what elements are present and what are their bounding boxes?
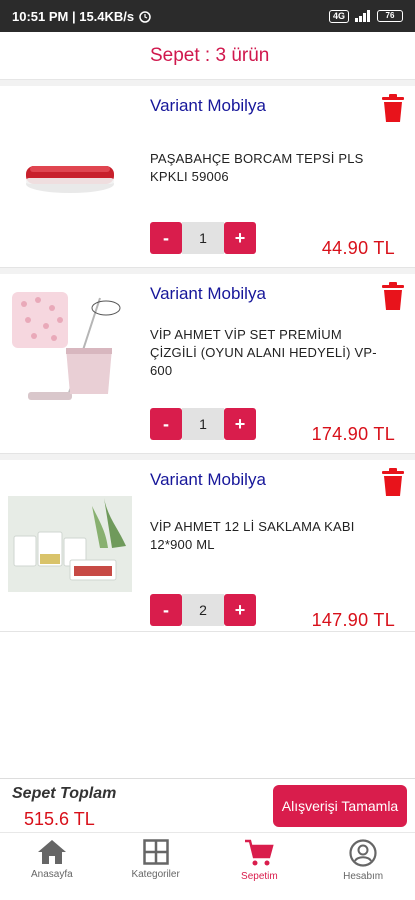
quantity-value: 1 (182, 408, 224, 440)
increase-button[interactable]: + (224, 222, 256, 254)
decrease-button[interactable]: - (150, 408, 182, 440)
quantity-stepper: - 2 + (150, 594, 256, 626)
seller-name[interactable]: Variant Mobilya (150, 470, 266, 490)
decrease-button[interactable]: - (150, 222, 182, 254)
account-icon (349, 839, 377, 867)
trash-icon[interactable] (381, 468, 405, 496)
total-value: 515.6 TL (24, 809, 95, 829)
product-price: 147.90 TL (311, 610, 395, 630)
nav-label: Anasayfa (31, 869, 73, 880)
app-screen: 10:51 PM | 15.4KB/s 4G 76 Sepet : 3 ürün… (0, 0, 415, 900)
product-image (12, 292, 121, 400)
seller-name[interactable]: Variant Mobilya (150, 96, 266, 116)
product-price: 44.90 TL (321, 238, 395, 258)
battery-icon: 76 (377, 10, 403, 22)
quantity-stepper: - 1 + (150, 222, 256, 254)
cart-icon (245, 839, 275, 866)
nav-label: Hesabım (343, 871, 384, 882)
nav-label: Sepetim (241, 871, 278, 882)
decrease-button[interactable]: - (150, 594, 182, 626)
nav-account[interactable]: Hesabım (311, 833, 415, 900)
product-name: VİP AHMET VİP SET PREMİUM ÇİZGİLİ (OYUN … (150, 327, 377, 378)
trash-icon[interactable] (381, 282, 405, 310)
trash-icon[interactable] (381, 94, 405, 122)
cart-item: Variant Mobilya VİP AHMET 12 Lİ SAKLAMA … (0, 460, 415, 632)
checkout-button[interactable]: Alışverişi Tamamla (273, 785, 407, 827)
status-bar: 10:51 PM | 15.4KB/s 4G 76 (0, 0, 415, 32)
home-icon (37, 840, 66, 864)
product-price: 174.90 TL (311, 424, 395, 444)
status-right-group: 4G 76 (328, 9, 403, 23)
product-name: VİP AHMET 12 Lİ SAKLAMA KABI 12*900 ML (150, 519, 355, 552)
seller-name[interactable]: Variant Mobilya (150, 284, 266, 304)
quantity-stepper: - 1 + (150, 408, 256, 440)
total-label: Sepet Toplam (12, 785, 117, 802)
status-time: 10:51 PM | 15.4KB/s (12, 8, 135, 24)
product-name: PAŞABAHÇE BORCAM TEPSİ PLS KPKLI 59006 (150, 151, 364, 184)
quantity-value: 2 (182, 594, 224, 626)
alarm-icon (139, 11, 151, 23)
product-image (26, 166, 114, 193)
increase-button[interactable]: + (224, 408, 256, 440)
cart-item: Variant Mobilya VİP AHMET VİP SET PREMİU… (0, 274, 415, 454)
cart-item: Variant Mobilya PAŞABAHÇE BORCAM TEPSİ P… (0, 86, 415, 268)
cart-total-bar: Sepet Toplam 515.6 TL Alışverişi Tamamla (0, 778, 415, 832)
product-image (8, 496, 132, 592)
quantity-value: 1 (182, 222, 224, 254)
network-icon: 4G (328, 9, 349, 23)
cart-header: Sepet : 3 ürün (0, 32, 415, 80)
nav-label: Kategoriler (131, 869, 180, 880)
nav-categories[interactable]: Kategoriler (104, 833, 208, 900)
status-time-group: 10:51 PM | 15.4KB/s (12, 9, 152, 24)
increase-button[interactable]: + (224, 594, 256, 626)
page-title: Sepet : 3 ürün (150, 44, 270, 66)
nav-cart[interactable]: Sepetim (208, 833, 312, 900)
grid-icon (142, 839, 169, 865)
signal-icon (355, 10, 370, 22)
bottom-nav: Anasayfa Kategoriler Sepetim Hesabım (0, 832, 415, 900)
nav-home[interactable]: Anasayfa (0, 833, 104, 900)
